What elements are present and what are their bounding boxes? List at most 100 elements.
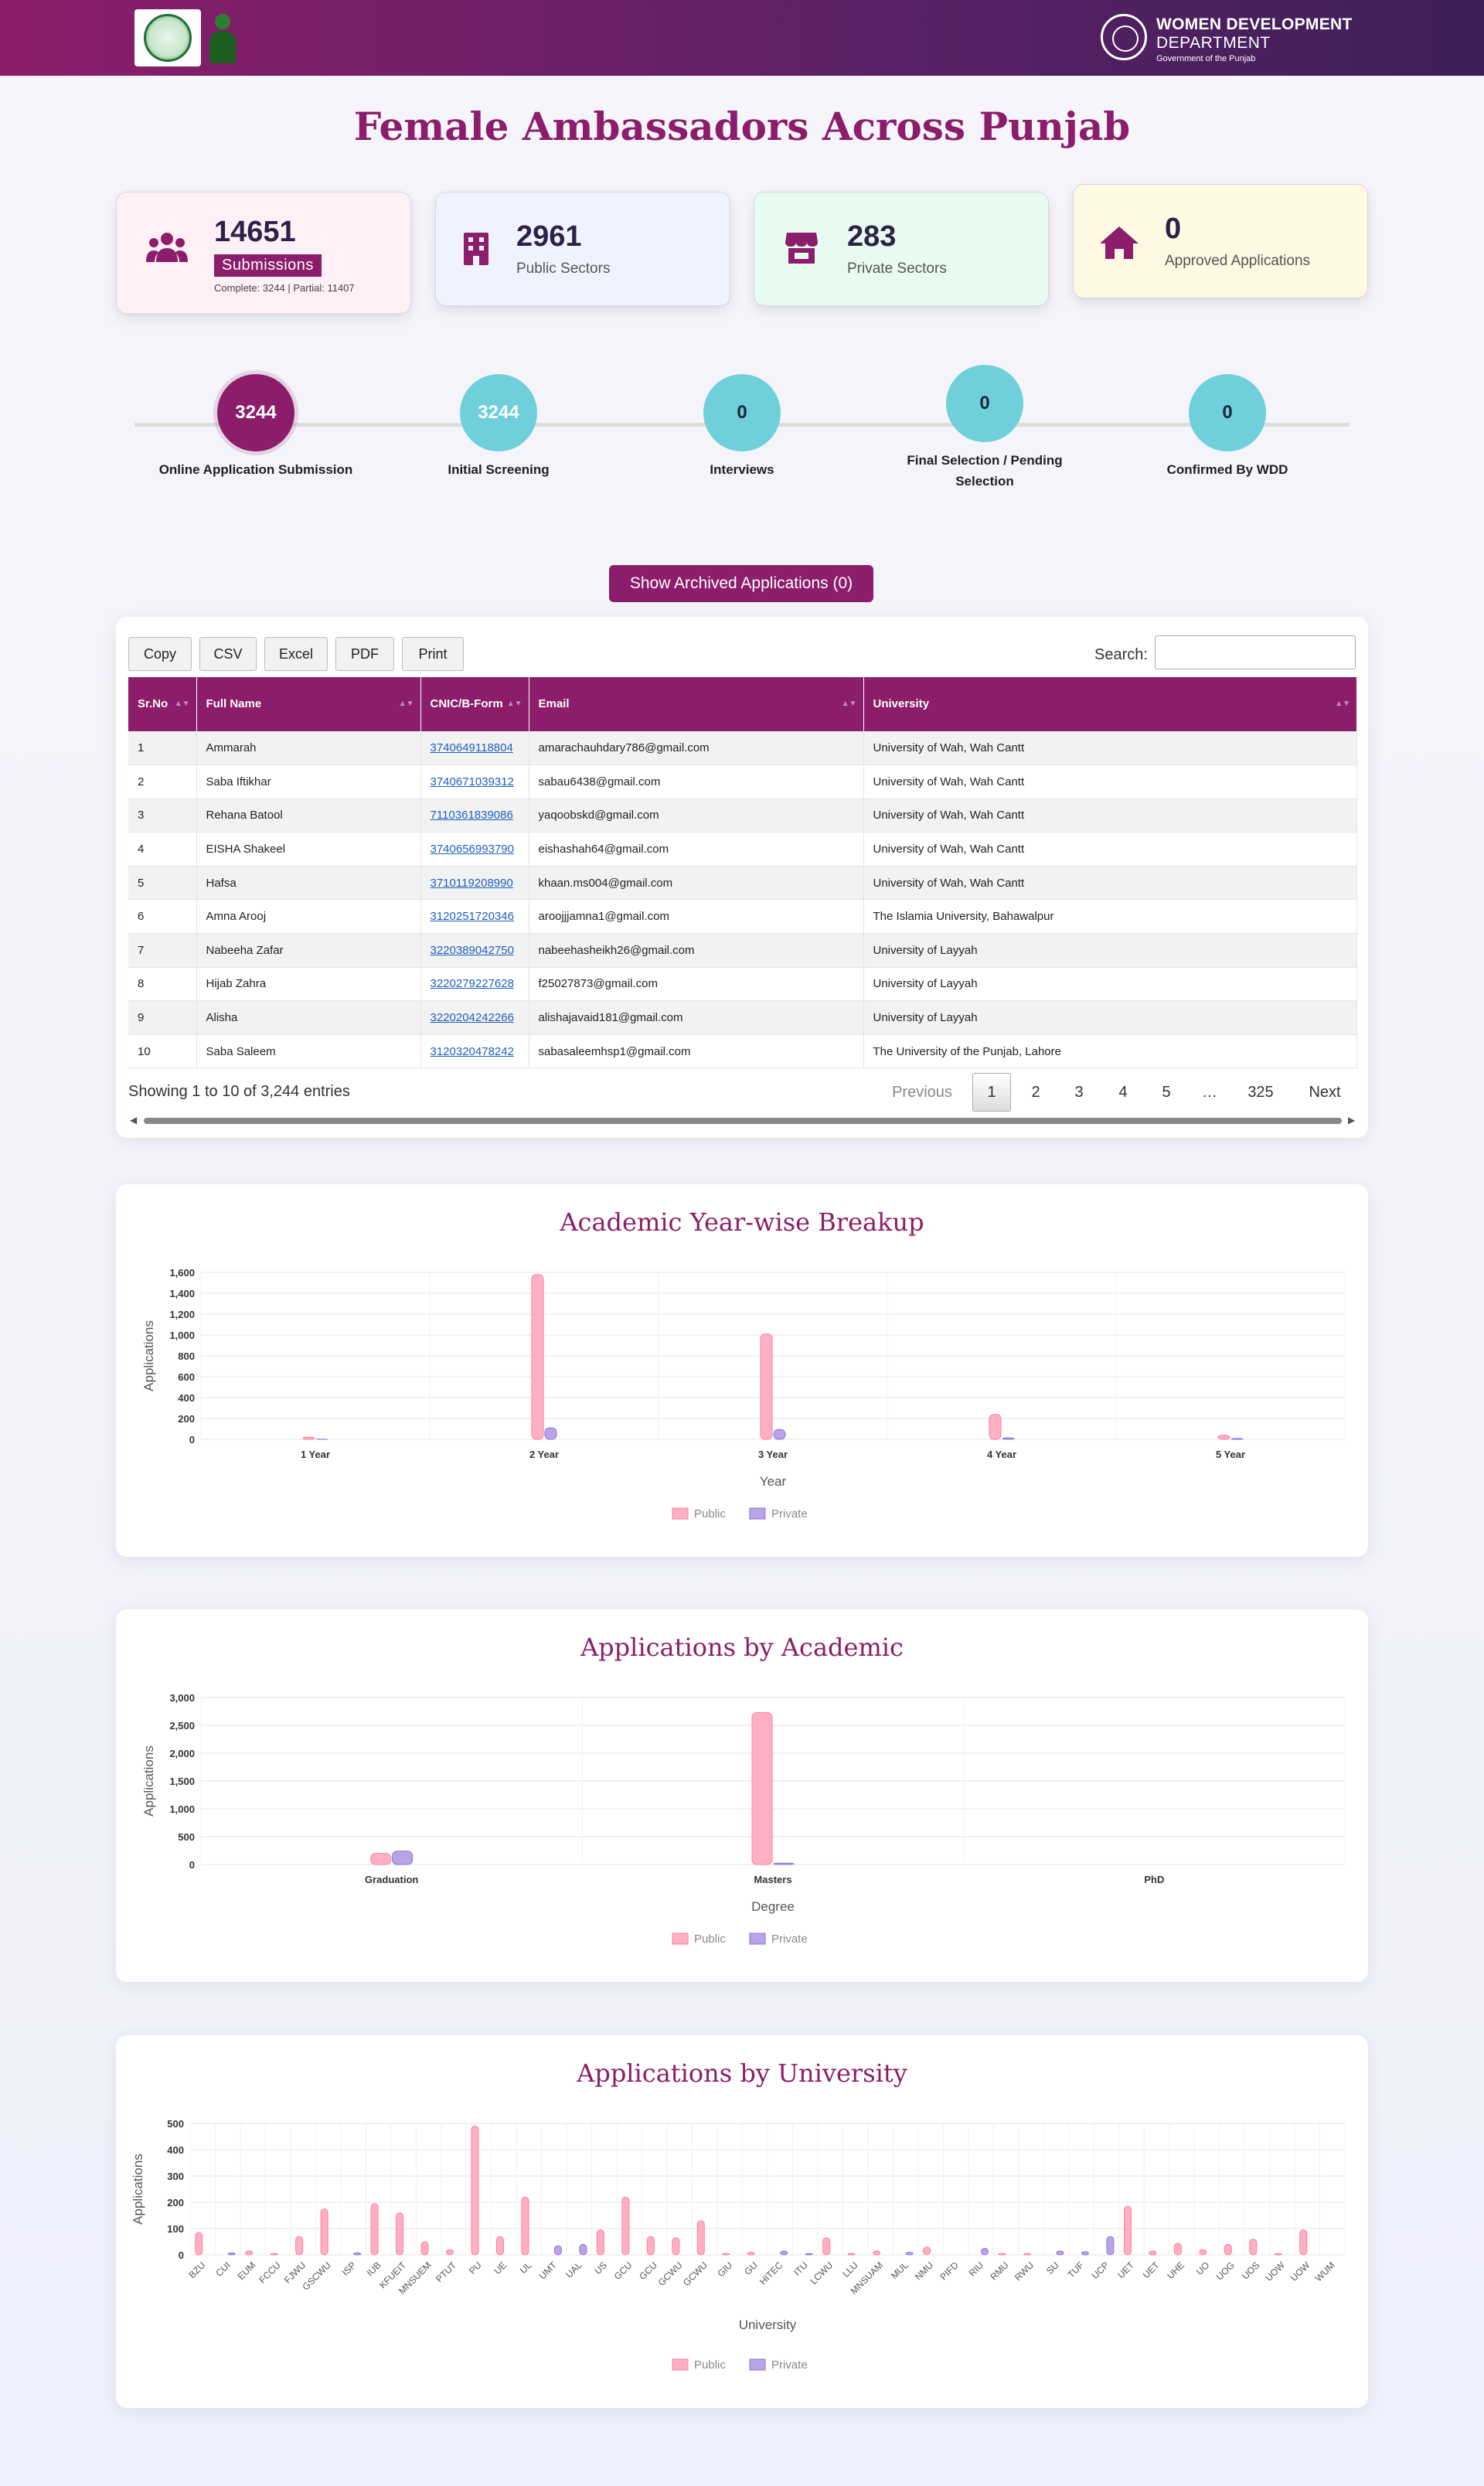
col-srno[interactable]: Sr.No ▲▼ — [128, 677, 197, 731]
bar-private[interactable] — [544, 1427, 557, 1440]
show-archived-button[interactable]: Show Archived Applications (0) — [609, 565, 873, 602]
bar-private[interactable] — [579, 2243, 587, 2256]
bar-public[interactable] — [998, 2253, 1006, 2256]
legend-swatch-private[interactable] — [749, 1933, 766, 1945]
bar-public[interactable] — [1217, 1435, 1230, 1440]
table-row[interactable]: 1 Ammarah 3740649118804 amarachauhdary786@g… — [128, 731, 1357, 766]
cnic-link[interactable]: 3220389042750 — [431, 944, 514, 957]
bar-public[interactable] — [1023, 2253, 1032, 2256]
bar-public[interactable] — [696, 2220, 705, 2256]
legend-label-private[interactable]: Private — [771, 1507, 808, 1521]
bar-private[interactable] — [392, 1851, 414, 1865]
bar-public[interactable] — [596, 2229, 604, 2256]
table-row[interactable]: 8 Hijab Zahra 3220279227628 f25027873@gmail… — [128, 967, 1357, 1002]
bar-private[interactable] — [1002, 1437, 1015, 1440]
cnic-link[interactable]: 7110361839086 — [431, 809, 513, 822]
cnic-link[interactable]: 3740671039312 — [431, 775, 514, 788]
cnic-link[interactable]: 3220279227628 — [431, 977, 514, 990]
cnic-link[interactable]: 3740656993790 — [431, 843, 514, 856]
copy-button[interactable]: Copy — [128, 637, 192, 671]
bar-public[interactable] — [521, 2196, 529, 2256]
bar-public[interactable] — [471, 2125, 479, 2256]
table-row[interactable]: 2 Saba Iftikhar 3740671039312 sabau6438@gma… — [128, 765, 1357, 799]
scroll-left-icon[interactable]: ◀ — [130, 1115, 137, 1126]
pagination-previous[interactable]: Previous — [880, 1073, 965, 1112]
legend-label-public[interactable]: Public — [694, 1507, 726, 1521]
bar-public[interactable] — [847, 2253, 856, 2256]
table-row[interactable]: 7 Nabeeha Zafar 3220389042750 nabeehasheikh… — [128, 933, 1357, 968]
bar-public[interactable] — [320, 2208, 328, 2256]
bar-public[interactable] — [396, 2212, 404, 2256]
bar-public[interactable] — [1173, 2243, 1182, 2256]
search-input[interactable] — [1155, 635, 1356, 669]
bar-public[interactable] — [495, 2236, 504, 2256]
table-row[interactable]: 3 Rehana Batool 7110361839086 yaqoobskd@gma… — [128, 799, 1357, 833]
col-cnic[interactable]: CNIC/B-Form ▲▼ — [420, 677, 529, 731]
cnic-link[interactable]: 3740649118804 — [431, 741, 513, 754]
punjab-logo[interactable] — [134, 9, 201, 66]
bar-public[interactable] — [302, 1436, 315, 1440]
horizontal-scrollbar[interactable]: ◀ ▶ — [128, 1115, 1357, 1126]
bar-public[interactable] — [822, 2237, 831, 2256]
col-email[interactable]: Email ▲▼ — [529, 677, 864, 731]
pagination-page-5[interactable]: 5 — [1147, 1073, 1186, 1112]
col-full-name[interactable]: Full Name ▲▼ — [196, 677, 421, 731]
bar-private[interactable] — [1106, 2236, 1115, 2256]
bar-public[interactable] — [923, 2246, 931, 2256]
bar-private[interactable] — [553, 2245, 562, 2256]
bar-private[interactable] — [353, 2252, 362, 2256]
print-button[interactable]: Print — [402, 637, 464, 671]
bar-public[interactable] — [1149, 2250, 1157, 2256]
bar-public[interactable] — [1199, 2249, 1207, 2256]
bar-public[interactable] — [873, 2250, 881, 2256]
pagination-page-1[interactable]: 1 — [972, 1073, 1011, 1112]
bar-public[interactable] — [1249, 2239, 1258, 2256]
cnic-link[interactable]: 3120320478242 — [431, 1045, 514, 1058]
bar-private[interactable] — [780, 2250, 788, 2256]
bar-public[interactable] — [446, 2249, 454, 2256]
legend-label-private[interactable]: Private — [771, 1933, 808, 1946]
table-row[interactable]: 5 Hafsa 3710119208990 khaan.ms004@gmail.com… — [128, 866, 1357, 901]
table-row[interactable]: 4 EISHA Shakeel 3740656993790 eishashah64@g… — [128, 832, 1357, 867]
legend-swatch-public[interactable] — [672, 1507, 689, 1520]
legend-label-private[interactable]: Private — [771, 2358, 808, 2372]
legend-swatch-private[interactable] — [749, 2358, 766, 2371]
cnic-link[interactable]: 3710119208990 — [431, 877, 513, 890]
bar-private[interactable] — [773, 1862, 795, 1865]
pdf-button[interactable]: PDF — [335, 637, 394, 671]
bar-private[interactable] — [1056, 2250, 1064, 2256]
cnic-link[interactable]: 3120251720346 — [431, 910, 514, 923]
bar-private[interactable] — [905, 2252, 914, 2256]
bar-public[interactable] — [646, 2236, 655, 2256]
csv-button[interactable]: CSV — [199, 637, 257, 671]
bar-public[interactable] — [751, 1711, 773, 1865]
bar-private[interactable] — [773, 1429, 786, 1440]
bar-public[interactable] — [270, 2253, 278, 2256]
bar-private[interactable] — [805, 2253, 813, 2256]
bar-public[interactable] — [420, 2241, 429, 2256]
bar-public[interactable] — [722, 2253, 730, 2256]
bar-public[interactable] — [621, 2196, 630, 2256]
table-row[interactable]: 10 Saba Saleem 3120320478242 sabasaleemhsp1… — [128, 1034, 1357, 1069]
bar-public[interactable] — [531, 1274, 544, 1440]
table-row[interactable]: 9 Alisha 3220204242266 alishajavaid181@gmai… — [128, 1000, 1357, 1035]
scrollbar-thumb[interactable] — [144, 1118, 1342, 1124]
bar-public[interactable] — [370, 2203, 379, 2256]
bar-public[interactable] — [1299, 2229, 1308, 2256]
pagination-page-last[interactable]: 325 — [1234, 1073, 1288, 1112]
bar-public[interactable] — [1274, 2253, 1282, 2256]
legend-label-public[interactable]: Public — [694, 1933, 726, 1946]
cnic-link[interactable]: 3220204242266 — [431, 1011, 514, 1024]
table-row[interactable]: 6 Amna Arooj 3120251720346 aroojjjamna1@gma… — [128, 899, 1357, 935]
bar-public[interactable] — [1123, 2205, 1132, 2256]
bar-public[interactable] — [672, 2237, 680, 2256]
pagination-page-3[interactable]: 3 — [1060, 1073, 1098, 1112]
legend-label-public[interactable]: Public — [694, 2358, 726, 2372]
pagination-next[interactable]: Next — [1294, 1073, 1356, 1112]
bar-private[interactable] — [1081, 2251, 1089, 2256]
scroll-right-icon[interactable]: ▶ — [1348, 1115, 1355, 1126]
pagination-page-2[interactable]: 2 — [1016, 1073, 1055, 1112]
bar-public[interactable] — [295, 2236, 304, 2256]
bar-private[interactable] — [981, 2248, 989, 2256]
bar-public[interactable] — [1224, 2243, 1232, 2256]
